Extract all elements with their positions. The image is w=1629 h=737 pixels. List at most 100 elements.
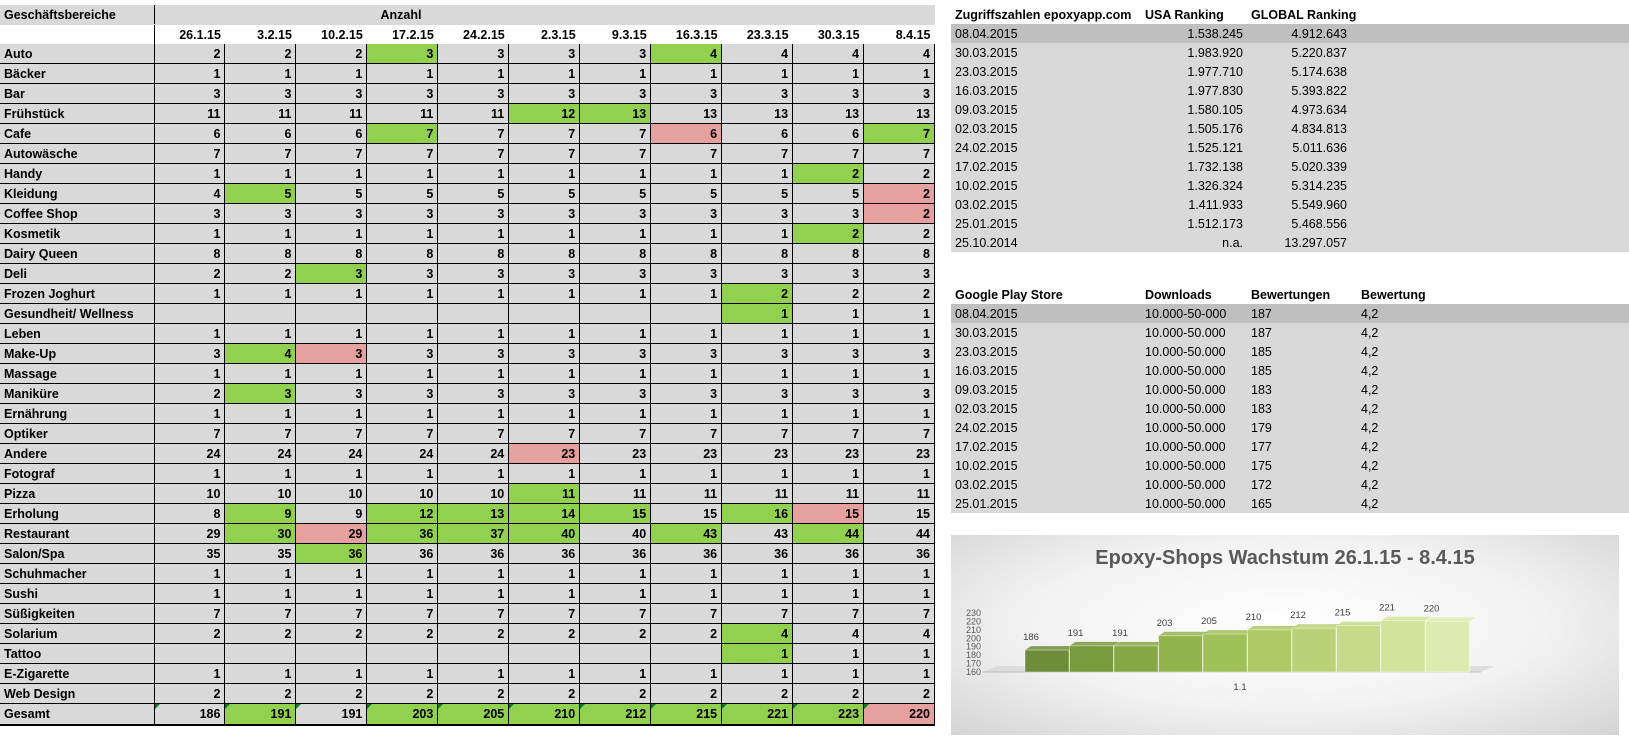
count-cell: 1 [863, 363, 935, 384]
count-cell: 29 [295, 523, 368, 544]
count-cell: 1 [792, 63, 865, 84]
category-name: Auto [0, 44, 155, 64]
count-cell: 1 [650, 583, 723, 604]
count-cell: 15 [579, 503, 652, 524]
count-cell: 2 [721, 283, 794, 304]
count-cell: 1 [508, 463, 581, 484]
access_table-cell: 23.03.2015 [951, 62, 1141, 81]
category-name: Restaurant [0, 523, 155, 544]
category-name: Massage [0, 363, 155, 384]
count-cell: 8 [224, 243, 297, 264]
play_table-row: 25.01.2015 10.000-50.000 165 4,2 [951, 494, 1629, 513]
table-row: Salon/Spa 35 35 36 36 36 36 36 36 36 36 36 [0, 543, 935, 564]
count-cell [366, 303, 439, 324]
count-cell: 3 [224, 83, 297, 104]
play_table-cell: 10.000-50.000 [1141, 323, 1247, 342]
count-cell: 8 [579, 243, 652, 264]
count-cell [437, 303, 510, 324]
total-cell: 191 [295, 703, 368, 726]
access_table-cell: 1.505.176 [1141, 119, 1247, 138]
play_table-cell: 187 [1247, 323, 1357, 342]
bar [1247, 625, 1298, 673]
count-cell: 1 [224, 463, 297, 484]
count-cell: 3 [579, 263, 652, 284]
count-cell: 7 [295, 603, 368, 624]
count-cell: 1 [721, 303, 794, 324]
count-cell: 5 [792, 183, 865, 204]
access_table-cell: 03.02.2015 [951, 195, 1141, 214]
table-row: Ernährung 1 1 1 1 1 1 1 1 1 1 1 [0, 403, 935, 424]
count-cell: 7 [295, 143, 368, 164]
count-cell: 6 [650, 123, 723, 144]
table-row: Erholung 8 9 9 12 13 14 15 15 16 15 15 [0, 503, 935, 524]
count-cell: 36 [721, 543, 794, 564]
date-header-row: 26.1.15 3.2.15 10.2.15 17.2.15 24.2.15 2.3.15… [0, 24, 935, 44]
count-cell: 13 [792, 103, 865, 124]
category-name: Web Design [0, 683, 155, 704]
access_table-row: 30.03.2015 1.983.920 5.220.837 [951, 43, 1629, 62]
access_table-cell: 13.297.057 [1247, 233, 1351, 252]
count-cell: 3 [579, 44, 652, 64]
count-cell [295, 643, 368, 664]
count-cell [508, 643, 581, 664]
category-name: Tattoo [0, 643, 155, 664]
count-cell: 1 [366, 323, 439, 344]
count-cell: 5 [224, 183, 297, 204]
table-header-row: Geschäftsbereiche Anzahl [0, 5, 935, 25]
date-header: 8.4.15 [863, 24, 935, 44]
count-cell: 7 [792, 143, 865, 164]
play_table-cell: 10.000-50.000 [1141, 456, 1247, 475]
row-spacer [1351, 214, 1629, 233]
count-cell: 1 [508, 363, 581, 384]
count-cell: 5 [579, 183, 652, 204]
count-cell: 1 [863, 403, 935, 424]
data-label: 212 [1290, 610, 1306, 621]
play_table-cell: 4,2 [1357, 475, 1457, 494]
total-cell: 215 [650, 703, 723, 726]
count-cell: 3 [508, 383, 581, 404]
count-cell: 3 [366, 263, 439, 284]
count-cell: 13 [437, 503, 510, 524]
count-cell: 4 [863, 44, 935, 64]
count-cell: 3 [792, 263, 865, 284]
total-cell: 205 [437, 703, 510, 726]
count-cell: 1 [863, 563, 935, 584]
table-row: Auto 2 2 2 3 3 3 3 4 4 4 4 [0, 44, 935, 64]
play_table-row: 16.03.2015 10.000-50.000 185 4,2 [951, 361, 1629, 380]
row-spacer [1351, 81, 1629, 100]
bar-top [1247, 625, 1298, 630]
bar [1113, 641, 1164, 673]
count-cell: 1 [721, 643, 794, 664]
count-cell: 12 [508, 103, 581, 124]
data-label: 215 [1335, 608, 1351, 619]
access_table-cell: 25.01.2015 [951, 214, 1141, 233]
count-cell: 1 [224, 563, 297, 584]
count-cell: 7 [508, 123, 581, 144]
count-cell: 23 [579, 443, 652, 464]
table-row: E-Zigarette 1 1 1 1 1 1 1 1 1 1 1 [0, 663, 935, 684]
count-cell: 2 [366, 623, 439, 644]
count-cell: 1 [508, 323, 581, 344]
count-cell: 3 [579, 203, 652, 224]
count-cell: 1 [366, 583, 439, 604]
count-cell: 5 [366, 183, 439, 204]
count-cell: 4 [224, 343, 297, 364]
date-header: 30.3.15 [792, 24, 864, 44]
count-cell: 36 [650, 543, 723, 564]
count-cell: 5 [508, 183, 581, 204]
count-cell: 24 [437, 443, 510, 464]
category-name: Cafe [0, 123, 155, 144]
access_table-cell: 1.538.245 [1141, 24, 1247, 43]
play_table-row: 17.02.2015 10.000-50.000 177 4,2 [951, 437, 1629, 456]
table-row: Fotograf 1 1 1 1 1 1 1 1 1 1 1 [0, 463, 935, 484]
category-name: E-Zigarette [0, 663, 155, 684]
access_table-cell: 17.02.2015 [951, 157, 1141, 176]
access_table-cell: 1.983.920 [1141, 43, 1247, 62]
access_table-cell: 08.04.2015 [951, 24, 1141, 43]
count-cell: 1 [508, 563, 581, 584]
play_table-cell: 10.000-50-000 [1141, 304, 1247, 323]
table-row: Maniküre 2 3 3 3 3 3 3 3 3 3 3 [0, 383, 935, 404]
count-cell: 2 [437, 683, 510, 704]
data-label: 203 [1157, 618, 1173, 629]
count-cell: 1 [366, 223, 439, 244]
